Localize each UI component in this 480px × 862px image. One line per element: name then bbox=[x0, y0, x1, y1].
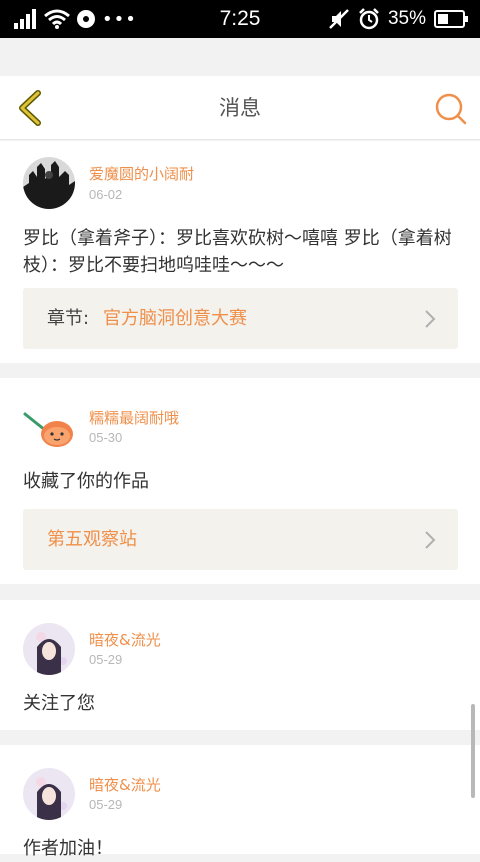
message-card: 暗夜&流光 05-29 关注了您 bbox=[0, 600, 480, 730]
avatar[interactable] bbox=[23, 623, 75, 675]
chapter-link[interactable]: 章节: 官方脑洞创意大赛 bbox=[23, 288, 458, 349]
scrollbar[interactable] bbox=[471, 704, 475, 798]
username[interactable]: 爱魔圆的小阔耐 bbox=[89, 163, 194, 184]
message-body: 关注了您 bbox=[23, 693, 95, 714]
page-title: 消息 bbox=[219, 96, 261, 120]
message-date: 06-02 bbox=[89, 187, 123, 202]
top-spacer bbox=[0, 38, 480, 76]
chapter-label: 章节: bbox=[47, 308, 90, 329]
work-name: 第五观察站 bbox=[47, 529, 137, 550]
message-body: 作者加油！ bbox=[23, 838, 113, 859]
avatar[interactable] bbox=[23, 768, 75, 820]
avatar[interactable] bbox=[23, 400, 75, 452]
message-date: 05-30 bbox=[89, 430, 123, 445]
avatar[interactable] bbox=[23, 157, 75, 209]
battery-percent: 35% bbox=[387, 8, 426, 29]
username[interactable]: 暗夜&流光 bbox=[89, 774, 161, 795]
message-date: 05-29 bbox=[89, 652, 123, 667]
battery-icon bbox=[434, 10, 468, 28]
work-link[interactable]: 第五观察站 bbox=[23, 509, 458, 570]
app-header: 消息 bbox=[0, 76, 480, 140]
chapter-name: 官方脑洞创意大赛 bbox=[103, 308, 247, 329]
mute-icon bbox=[329, 9, 349, 29]
message-card: 暗夜&流光 05-29 作者加油！ bbox=[0, 745, 480, 859]
message-body: 罗比（拿着斧子）：罗比喜欢砍树～嘻嘻 罗比（拿着树枝）：罗比不要扫地呜哇哇～～～ bbox=[23, 228, 452, 276]
username[interactable]: 糯糯最阔耐哦 bbox=[89, 407, 179, 428]
alarm-icon bbox=[359, 8, 379, 30]
username[interactable]: 暗夜&流光 bbox=[89, 629, 161, 650]
message-card: 爱魔圆的小阔耐 06-02 罗比（拿着斧子）：罗比喜欢砍树～嘻嘻 罗比（拿着树枝… bbox=[0, 141, 480, 363]
search-icon[interactable] bbox=[434, 92, 468, 126]
message-card: 糯糯最阔耐哦 05-30 收藏了你的作品 第五观察站 bbox=[0, 378, 480, 584]
status-right: 35% bbox=[328, 0, 468, 38]
message-date: 05-29 bbox=[89, 797, 123, 812]
status-bar: ••• 7:25 35% bbox=[0, 0, 480, 38]
message-body: 收藏了你的作品 bbox=[23, 471, 149, 492]
chevron-right-icon bbox=[425, 310, 436, 328]
chevron-right-icon bbox=[425, 531, 436, 549]
